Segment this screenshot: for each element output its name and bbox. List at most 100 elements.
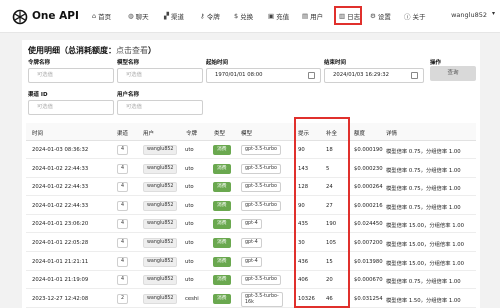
type-tag[interactable]: 消费 bbox=[213, 275, 231, 286]
user-menu[interactable]: wanglu852 bbox=[451, 11, 487, 19]
model-tag: gpt-3.5-turbo bbox=[241, 200, 281, 211]
col-channel[interactable]: 渠道 bbox=[117, 129, 128, 137]
col-quota[interactable]: 额度 bbox=[354, 129, 365, 137]
chevron-down-icon[interactable]: ▾ bbox=[492, 10, 495, 17]
table-row[interactable]: 2024-01-01 22:05:28 4 wanglu852 uto 消费 gpt-4 3… bbox=[26, 234, 476, 252]
model-tag-line: 16k bbox=[245, 299, 254, 305]
nav-channel[interactable]: ▞ 渠道 bbox=[164, 11, 184, 21]
app-title[interactable]: One API bbox=[32, 10, 79, 22]
type-tag[interactable]: 消费 bbox=[213, 293, 231, 304]
cell-time: 2023-12-27 12:42:08 bbox=[32, 295, 89, 302]
cell-token: ceshi bbox=[185, 295, 199, 302]
cell-token: uto bbox=[185, 240, 194, 246]
type-tag[interactable]: 消费 bbox=[213, 182, 231, 193]
top-navbar: One API ⌂ 首页 ◍ 聊天 ▞ 渠道 ⚷ 令牌 $ 兑换 ▣ 充值 ▤ 用户 ▥ 日志 … bbox=[0, 0, 500, 33]
info-icon: ⓘ bbox=[404, 13, 411, 21]
user-tag: wanglu852 bbox=[143, 293, 178, 304]
type-tag[interactable]: 消费 bbox=[213, 145, 231, 155]
query-button[interactable]: 查询 bbox=[430, 66, 476, 81]
nav-recharge[interactable]: ▣ 充值 bbox=[268, 11, 289, 21]
nav-about[interactable]: ⓘ 关于 bbox=[404, 11, 426, 21]
type-tag[interactable]: 消费 bbox=[213, 256, 231, 267]
cell-completion: 18 bbox=[326, 147, 333, 153]
model-tag: gpt-4 bbox=[241, 238, 262, 248]
cell-completion: 46 bbox=[326, 295, 333, 302]
recharge-icon: ▣ bbox=[268, 12, 275, 20]
user-tag: wanglu852 bbox=[143, 275, 178, 286]
start-time-input[interactable]: 1970/01/01 08:00 bbox=[206, 68, 321, 83]
cell-time: 2024-01-02 22:44:33 bbox=[32, 202, 89, 209]
channel-id-input[interactable]: 可选值 bbox=[28, 100, 114, 115]
type-tag[interactable]: 消费 bbox=[213, 238, 231, 248]
col-token[interactable]: 令牌 bbox=[186, 129, 197, 137]
type-tag[interactable]: 消费 bbox=[213, 163, 231, 174]
calendar-icon[interactable] bbox=[411, 72, 418, 79]
cell-prompt: 90 bbox=[298, 202, 305, 209]
cell-detail: 模型倍率 0.75，分组倍率 1.00 bbox=[386, 279, 461, 286]
user-tag: wanglu852 bbox=[143, 219, 178, 230]
table-header: 时间 渠道 用户 令牌 类型 模型 提示 补全 额度 详情 bbox=[26, 123, 476, 141]
channel-tag: 4 bbox=[117, 256, 129, 267]
table-row[interactable]: 2024-01-02 22:44:33 4 wanglu852 uto 消费 gpt-3.… bbox=[26, 178, 476, 197]
cell-token: uto bbox=[185, 184, 194, 191]
nav-users[interactable]: ▤ 用户 bbox=[302, 11, 323, 21]
table-row[interactable]: 2023-12-27 12:42:08 2 wanglu852 ceshi 消费 gpt-… bbox=[26, 290, 476, 308]
nav-chat[interactable]: ◍ 聊天 bbox=[128, 11, 149, 21]
cell-time: 2024-01-01 22:05:28 bbox=[32, 240, 89, 246]
col-detail[interactable]: 详情 bbox=[386, 129, 397, 137]
calendar-icon[interactable] bbox=[308, 72, 315, 79]
cell-completion: 105 bbox=[326, 240, 337, 246]
cell-time: 2024-01-02 22:44:33 bbox=[32, 165, 89, 172]
nav-settings-label: 设置 bbox=[377, 13, 391, 21]
table-row[interactable]: 2024-01-01 21:19:09 4 wanglu852 uto 消费 gpt-3.… bbox=[26, 271, 476, 290]
cell-quota: $0.007200 bbox=[354, 240, 383, 246]
model-tag: gpt-3.5-turbo bbox=[241, 145, 281, 155]
user-tag: wanglu852 bbox=[143, 145, 178, 155]
user-tag: wanglu852 bbox=[143, 182, 178, 193]
cell-detail: 模型倍率 15.00，分组倍率 1.00 bbox=[386, 242, 464, 248]
model-tag-line: gpt-3.5-turbo bbox=[245, 165, 277, 171]
model-name-input[interactable]: 可选值 bbox=[117, 68, 203, 83]
cell-detail: 模型倍率 15.00，分组倍率 1.00 bbox=[386, 260, 464, 267]
type-tag[interactable]: 消费 bbox=[213, 219, 231, 230]
end-time-input[interactable]: 2024/01/03 16:29:32 bbox=[324, 68, 424, 83]
nav-settings[interactable]: ⚙ 设置 bbox=[370, 11, 391, 21]
table-row[interactable]: 2024-01-02 22:44:33 4 wanglu852 uto 消费 gpt-3.… bbox=[26, 197, 476, 215]
nav-about-label: 关于 bbox=[412, 13, 426, 21]
col-completion[interactable]: 补全 bbox=[326, 129, 337, 137]
type-tag[interactable]: 消费 bbox=[213, 200, 231, 211]
nav-token[interactable]: ⚷ 令牌 bbox=[200, 11, 220, 21]
cell-detail: 模型倍率 0.75，分组倍率 1.00 bbox=[386, 149, 461, 155]
user-icon: ▤ bbox=[302, 12, 309, 20]
col-model[interactable]: 模型 bbox=[241, 129, 252, 137]
table-row[interactable]: 2024-01-01 21:21:11 4 wanglu852 uto 消费 gpt-4 4… bbox=[26, 253, 476, 271]
table-row[interactable]: 2024-01-01 23:06:20 4 wanglu852 uto 消费 gpt-4 4… bbox=[26, 215, 476, 234]
cell-time: 2024-01-01 21:19:09 bbox=[32, 277, 89, 284]
token-name-label: 令牌名称 bbox=[28, 60, 51, 66]
model-tag-line: gpt-3.5-turbo bbox=[245, 184, 277, 190]
nav-token-label: 令牌 bbox=[206, 13, 220, 21]
username-input[interactable]: 可选值 bbox=[117, 100, 203, 115]
col-user[interactable]: 用户 bbox=[143, 129, 154, 137]
col-type[interactable]: 类型 bbox=[214, 129, 225, 137]
user-tag: wanglu852 bbox=[143, 200, 178, 211]
cell-prompt: 435 bbox=[298, 221, 309, 228]
nav-home[interactable]: ⌂ 首页 bbox=[92, 11, 111, 21]
table-row[interactable]: 2024-01-03 08:36:32 4 wanglu852 uto 消费 gpt-3.… bbox=[26, 141, 476, 159]
model-name-label: 模型名称 bbox=[117, 60, 140, 66]
token-name-input[interactable]: 可选值 bbox=[28, 68, 114, 83]
openai-logo-icon[interactable] bbox=[12, 9, 28, 25]
table-row[interactable]: 2024-01-02 22:44:33 4 wanglu852 uto 消费 gpt-3.… bbox=[26, 160, 476, 178]
nav-redeem[interactable]: $ 兑换 bbox=[234, 11, 253, 21]
user-tag: wanglu852 bbox=[143, 256, 178, 267]
cell-completion: 24 bbox=[326, 184, 333, 191]
home-icon: ⌂ bbox=[92, 12, 97, 20]
start-time-value: 1970/01/01 08:00 bbox=[215, 72, 263, 78]
channel-icon: ▞ bbox=[164, 12, 169, 20]
cell-detail: 模型倍率 15.00，分组倍率 1.00 bbox=[386, 223, 464, 230]
col-time[interactable]: 时间 bbox=[32, 129, 43, 137]
cell-completion: 15 bbox=[326, 258, 333, 265]
col-prompt[interactable]: 提示 bbox=[298, 129, 309, 137]
view-total-quota-link[interactable]: 点击查看 bbox=[116, 46, 148, 55]
page-title-end: ） bbox=[148, 46, 156, 55]
